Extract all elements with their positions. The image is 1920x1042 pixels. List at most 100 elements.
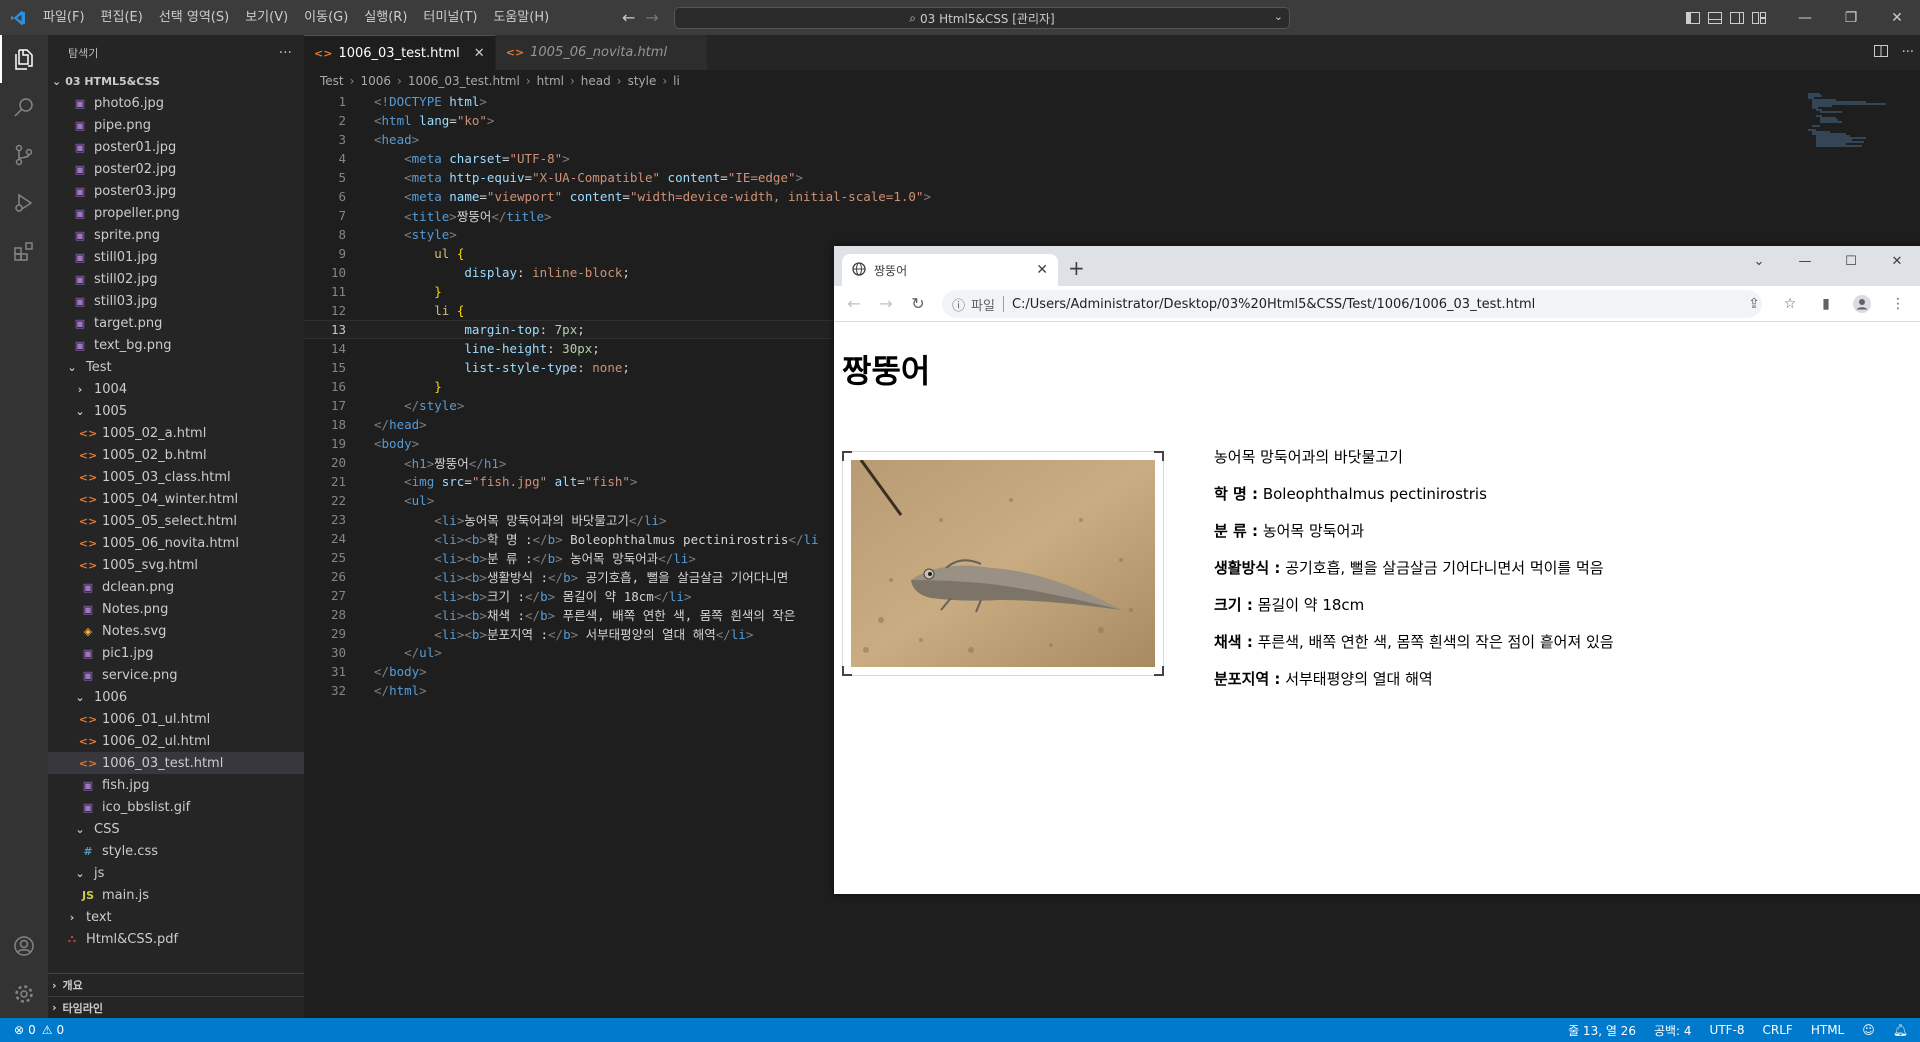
breadcrumb-item[interactable]: 1006	[360, 74, 391, 88]
new-tab-button[interactable]: +	[1068, 256, 1085, 280]
language-mode[interactable]: HTML	[1811, 1023, 1844, 1037]
tree-item[interactable]: ▣ sprite.png	[48, 224, 304, 246]
reload-icon[interactable]: ↻	[902, 288, 934, 320]
side-panel-icon[interactable]: ▮	[1810, 288, 1842, 320]
command-center[interactable]: ⌕ 03 Html5&CSS [관리자] ⌄	[674, 7, 1290, 29]
extensions-icon[interactable]	[0, 227, 48, 275]
breadcrumb-item[interactable]: 1006_03_test.html	[408, 74, 520, 88]
tree-item[interactable]: <> 1005_03_class.html	[48, 466, 304, 488]
tree-item[interactable]: › 1004	[48, 378, 304, 400]
run-debug-icon[interactable]	[0, 179, 48, 227]
tab-1006-03-test[interactable]: <> 1006_03_test.html ✕	[304, 35, 496, 70]
tree-item[interactable]: ▣ poster01.jpg	[48, 136, 304, 158]
tree-item[interactable]: ▣ propeller.png	[48, 202, 304, 224]
maximize-button[interactable]: ☐	[1828, 246, 1874, 276]
breadcrumb-item[interactable]: li	[673, 74, 680, 88]
split-editor-icon[interactable]	[1873, 44, 1888, 61]
breadcrumb-item[interactable]: Test	[320, 74, 344, 88]
toggle-panel-icon[interactable]	[1704, 0, 1726, 35]
tree-item[interactable]: <> 1005_05_select.html	[48, 510, 304, 532]
explorer-icon[interactable]	[0, 35, 48, 83]
encoding[interactable]: UTF-8	[1710, 1023, 1745, 1037]
menu-item[interactable]: 터미널(T)	[415, 0, 485, 35]
tree-item[interactable]: ⌄ Test	[48, 356, 304, 378]
tree-item[interactable]: <> 1005_06_novita.html	[48, 532, 304, 554]
menu-item[interactable]: 도움말(H)	[485, 0, 557, 35]
tree-item[interactable]: ▣ poster02.jpg	[48, 158, 304, 180]
tree-item[interactable]: ▣ Notes.png	[48, 598, 304, 620]
notifications-bell-icon[interactable]: 🔔︎	[1893, 1023, 1908, 1037]
browser-tab[interactable]: 짱뚱어 ✕	[842, 254, 1058, 286]
tab-1005-06-novita[interactable]: <> 1005_06_novita.html	[495, 35, 709, 70]
tree-item[interactable]: ▣ fish.jpg	[48, 774, 304, 796]
tree-item[interactable]: ⌄ 1005	[48, 400, 304, 422]
tree-item[interactable]: ▣ still01.jpg	[48, 246, 304, 268]
workspace-root[interactable]: ⌄ 03 HTML5&CSS	[48, 70, 304, 92]
tree-item[interactable]: ⌄ CSS	[48, 818, 304, 840]
menu-item[interactable]: 보기(V)	[237, 0, 296, 35]
close-button[interactable]: ✕	[1874, 246, 1920, 276]
problems-indicator[interactable]: ⊗ 0 ⚠ 0	[0, 1023, 64, 1037]
tree-item[interactable]: ◈ Notes.svg	[48, 620, 304, 642]
back-arrow-icon[interactable]: ←	[622, 8, 635, 27]
tree-item[interactable]: ▣ target.png	[48, 312, 304, 334]
tab-search-icon[interactable]: ⌄	[1736, 246, 1782, 276]
tree-item[interactable]: ⛬ Html&CSS.pdf	[48, 928, 304, 950]
tree-item[interactable]: <> 1005_02_a.html	[48, 422, 304, 444]
tree-item[interactable]: ▣ poster03.jpg	[48, 180, 304, 202]
account-icon[interactable]	[0, 922, 48, 970]
info-icon[interactable]: ⓘ	[952, 295, 965, 314]
restore-button[interactable]: ❐	[1828, 0, 1874, 35]
toggle-sidebar-icon[interactable]	[1682, 0, 1704, 35]
menu-item[interactable]: 편집(E)	[93, 0, 151, 35]
close-button[interactable]: ✕	[1874, 0, 1920, 35]
end-of-line[interactable]: CRLF	[1763, 1023, 1793, 1037]
forward-arrow-icon[interactable]: →	[870, 288, 902, 320]
tree-item[interactable]: ▣ pipe.png	[48, 114, 304, 136]
timeline-section[interactable]: › 타임라인	[48, 996, 304, 1018]
tree-item[interactable]: ▣ still02.jpg	[48, 268, 304, 290]
chevron-down-icon[interactable]: ⌄	[1274, 10, 1283, 23]
bookmark-star-icon[interactable]: ☆	[1774, 288, 1806, 320]
cursor-position[interactable]: 줄 13, 열 26	[1568, 1022, 1636, 1039]
tree-item[interactable]: <> 1006_01_ul.html	[48, 708, 304, 730]
tree-item[interactable]: ⌄ 1006	[48, 686, 304, 708]
tree-item[interactable]: JS main.js	[48, 884, 304, 906]
tree-item[interactable]: ▣ still03.jpg	[48, 290, 304, 312]
indentation[interactable]: 공백: 4	[1654, 1022, 1692, 1039]
menu-kebab-icon[interactable]: ⋮	[1882, 288, 1914, 320]
tree-item[interactable]: <> 1005_04_winter.html	[48, 488, 304, 510]
feedback-icon[interactable]: ☺	[1862, 1023, 1875, 1037]
more-actions-icon[interactable]: ···	[1902, 45, 1914, 60]
tree-item[interactable]: <> 1005_02_b.html	[48, 444, 304, 466]
back-arrow-icon[interactable]: ←	[838, 288, 870, 320]
minimize-button[interactable]: —	[1782, 246, 1828, 276]
close-icon[interactable]: ✕	[474, 46, 485, 61]
minimize-button[interactable]: —	[1782, 0, 1828, 35]
tree-item[interactable]: ▣ dclean.png	[48, 576, 304, 598]
menu-item[interactable]: 실행(R)	[356, 0, 415, 35]
address-bar[interactable]: ⓘ 파일 C:/Users/Administrator/Desktop/03%2…	[942, 290, 1762, 318]
tree-item[interactable]: › text	[48, 906, 304, 928]
manage-gear-icon[interactable]	[0, 970, 48, 1018]
tree-item[interactable]: # style.css	[48, 840, 304, 862]
source-control-icon[interactable]	[0, 131, 48, 179]
share-icon[interactable]: ⇪	[1738, 288, 1770, 320]
toggle-secondary-sidebar-icon[interactable]	[1726, 0, 1748, 35]
breadcrumb-item[interactable]: html	[537, 74, 564, 88]
customize-layout-icon[interactable]	[1748, 0, 1770, 35]
tree-item[interactable]: ⌄ js	[48, 862, 304, 884]
tree-item[interactable]: <> 1006_03_test.html	[48, 752, 304, 774]
tree-item[interactable]: <> 1005_svg.html	[48, 554, 304, 576]
tree-item[interactable]: ▣ pic1.jpg	[48, 642, 304, 664]
tree-item[interactable]: ▣ text_bg.png	[48, 334, 304, 356]
tree-item[interactable]: ▣ photo6.jpg	[48, 92, 304, 114]
forward-arrow-icon[interactable]: →	[645, 8, 658, 27]
minimap[interactable]	[1806, 92, 1906, 152]
menu-item[interactable]: 이동(G)	[296, 0, 356, 35]
more-actions-icon[interactable]: ···	[279, 45, 292, 61]
menu-item[interactable]: 파일(F)	[35, 0, 93, 35]
breadcrumb-item[interactable]: style	[628, 74, 657, 88]
profile-avatar-icon[interactable]	[1846, 288, 1878, 320]
close-tab-icon[interactable]: ✕	[1036, 262, 1048, 278]
